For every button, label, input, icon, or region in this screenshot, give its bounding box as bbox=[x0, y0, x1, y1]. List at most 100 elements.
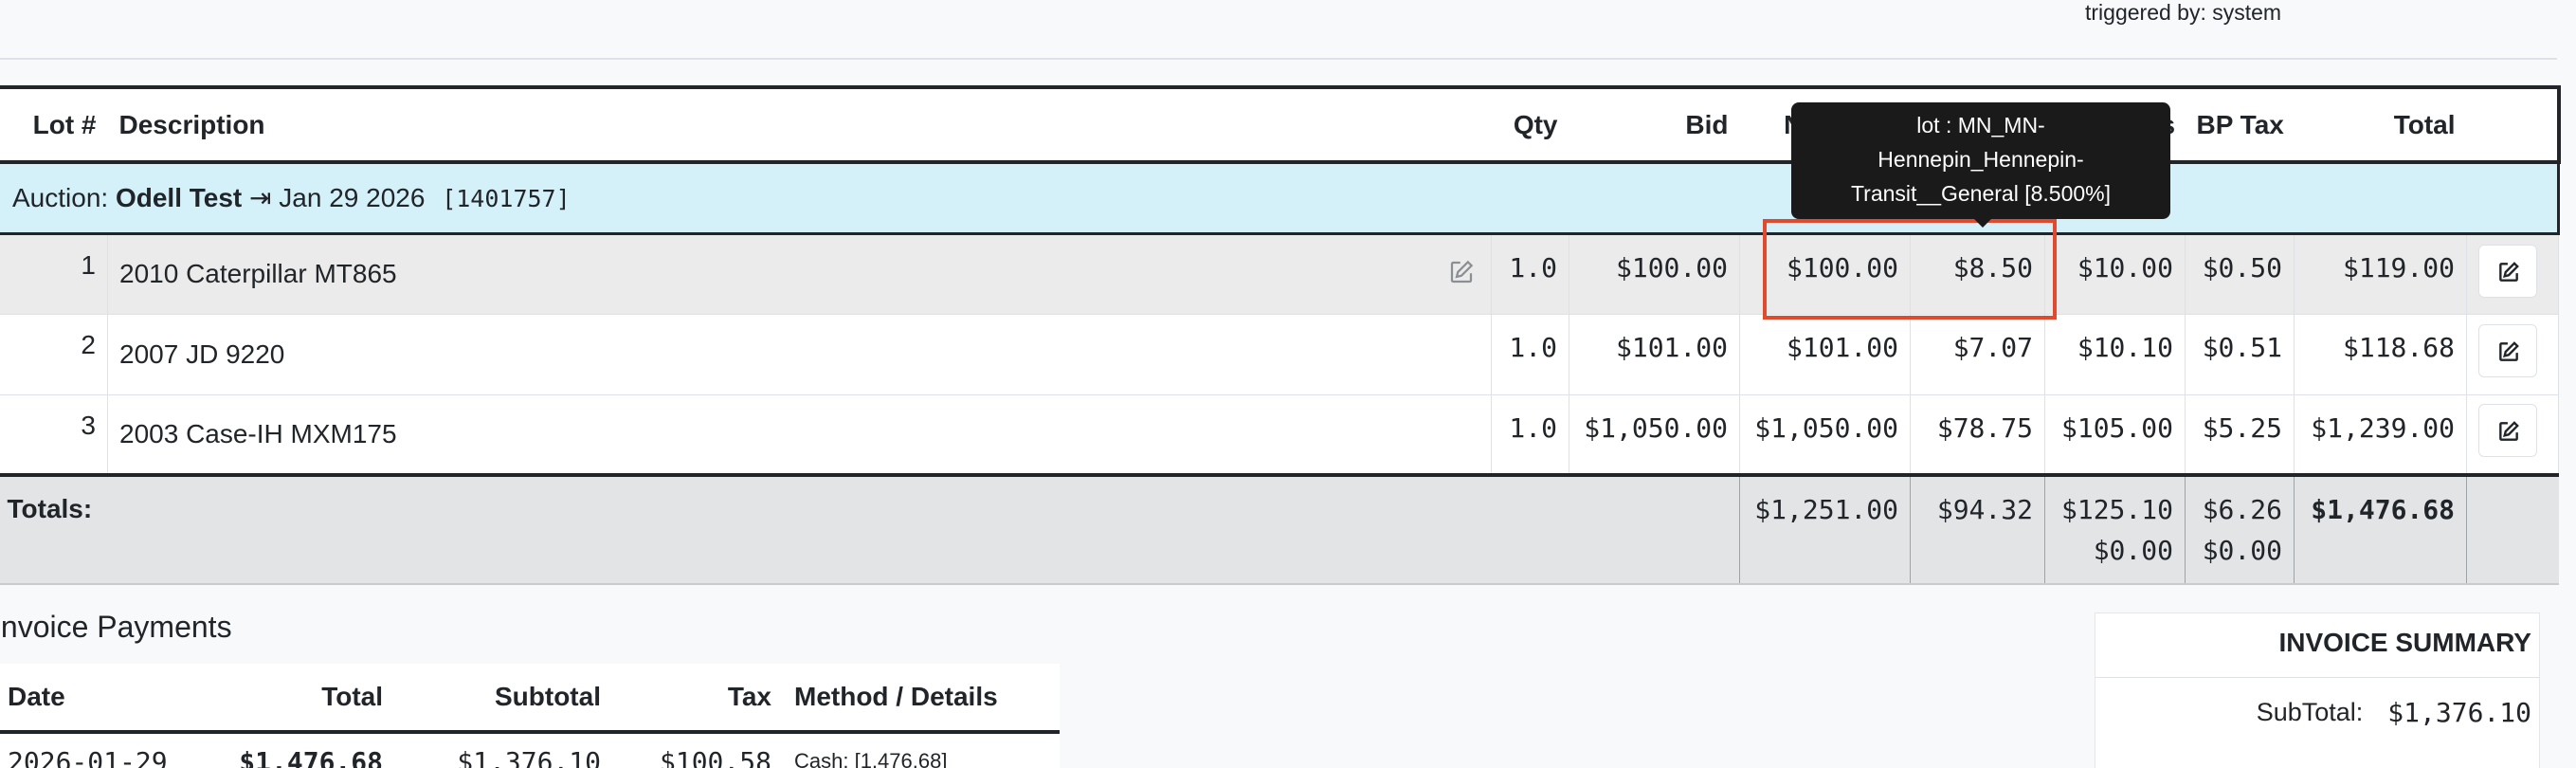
payment-date: 2026-01-29 bbox=[8, 745, 168, 768]
totals-bp-fees: $125.10 $0.00 bbox=[2044, 473, 2186, 585]
lot-total: $1,239.00 bbox=[2294, 394, 2467, 476]
summary-subtotal-label: SubTotal: bbox=[2256, 697, 2364, 726]
lot-bp-tax: $5.25 bbox=[2185, 394, 2295, 476]
tax-rate-tooltip: lot : MN_MN- Hennepin_Hennepin- Transit_… bbox=[1791, 102, 2170, 228]
col-actions bbox=[2466, 85, 2561, 164]
lot-bp-fees: $10.10 bbox=[2044, 314, 2186, 395]
summary-title: INVOICE SUMMARY bbox=[2095, 613, 2539, 678]
divider bbox=[0, 58, 2557, 60]
tooltip-arrow bbox=[1974, 219, 1991, 228]
lot-description-text: 2007 JD 9220 bbox=[119, 338, 285, 369]
auction-name: Odell Test bbox=[115, 183, 243, 213]
col-qty: Qty bbox=[1491, 85, 1569, 164]
edit-lot-button[interactable] bbox=[2478, 244, 2537, 298]
summary-subtotal-value: $1,376.10 bbox=[2387, 696, 2531, 728]
auction-date: Jan 29 2026 bbox=[279, 183, 426, 213]
pay-col-date: Date bbox=[0, 664, 186, 734]
totals-empty-qty bbox=[1491, 473, 1569, 585]
pay-col-subtotal: Subtotal bbox=[394, 664, 612, 734]
totals-bp-tax: $6.26 $0.00 bbox=[2185, 473, 2295, 585]
auction-prefix: Auction: bbox=[12, 183, 109, 213]
pay-col-method: Method / Details bbox=[783, 664, 1060, 734]
pay-col-total: Total bbox=[186, 664, 394, 734]
lot-description-text: 2003 Case-IH MXM175 bbox=[119, 418, 397, 448]
totals-empty-bid bbox=[1569, 473, 1740, 585]
lot-bp-tax: $0.50 bbox=[2185, 233, 2295, 315]
lot-bp-fees: $105.00 bbox=[2044, 394, 2186, 476]
edit-note-icon[interactable] bbox=[1447, 258, 1476, 286]
totals-grand-total-value: $1,476.68 bbox=[2311, 494, 2455, 525]
payment-total: $1,476.68 bbox=[186, 732, 394, 768]
auction-group-cell: Auction: Odell Test ⇥ Jan 29 2026 [14017… bbox=[0, 162, 2560, 235]
lot-bp-tax: $0.51 bbox=[2185, 314, 2295, 395]
col-lot: Lot # bbox=[0, 85, 108, 164]
lot-net-price: $101.00 bbox=[1739, 314, 1911, 395]
auction-id: [1401757] bbox=[442, 185, 571, 213]
payment-subtotal: $1,376.10 bbox=[457, 745, 601, 768]
edit-icon bbox=[2499, 341, 2519, 361]
lot-qty: 1.0 bbox=[1491, 314, 1569, 395]
lot-number: 3 bbox=[0, 394, 108, 476]
summary-subtotal-line: SubTotal: $1,376.10 bbox=[2095, 678, 2539, 746]
lot-actions bbox=[2466, 314, 2559, 395]
lot-tax[interactable]: $7.07 bbox=[1910, 314, 2045, 395]
lot-total: $119.00 bbox=[2294, 233, 2467, 315]
lot-number: 2 bbox=[0, 314, 108, 395]
col-total: Total bbox=[2294, 85, 2467, 164]
payment-tax: $100.58 bbox=[659, 745, 771, 768]
totals-bp-tax-value: $6.26 bbox=[2202, 494, 2282, 525]
lot-actions bbox=[2466, 394, 2559, 476]
lot-description: 2010 Caterpillar MT865 bbox=[107, 233, 1492, 315]
totals-label: Totals: bbox=[7, 494, 93, 523]
lot-tax[interactable]: $78.75 bbox=[1910, 394, 2045, 476]
auction-group-row: Auction: Odell Test ⇥ Jan 29 2026 [14017… bbox=[0, 162, 2560, 235]
totals-row: Totals: $1,251.00 $94.32 $125.10 $0.00 $… bbox=[0, 473, 2559, 585]
totals-bp-tax-extra: $0.00 bbox=[2202, 535, 2282, 566]
totals-empty-actions bbox=[2466, 473, 2559, 585]
col-bid: Bid bbox=[1569, 85, 1740, 164]
payment-row: 2026-01-29 $1,476.68 $1,376.10 $100.58 C… bbox=[0, 732, 1060, 768]
table-header-row: Lot # Description Qty Bid Net Price Tax … bbox=[0, 85, 2561, 164]
tax-cell-highlight bbox=[1763, 219, 2057, 320]
arrow-to-bar-icon: ⇥ bbox=[249, 183, 272, 213]
lot-description: 2007 JD 9220 bbox=[107, 314, 1492, 395]
totals-label-cell: Totals: bbox=[0, 473, 1492, 585]
triggered-by-text: triggered by: system bbox=[2085, 0, 2282, 25]
payments-title: Invoice Payments bbox=[0, 610, 232, 644]
edit-icon bbox=[2499, 261, 2519, 282]
col-description: Description bbox=[107, 85, 1492, 164]
invoice-summary-panel: INVOICE SUMMARY SubTotal: $1,376.10 bbox=[2095, 613, 2540, 768]
tooltip-line-3: Transit__General [8.500%] bbox=[1850, 181, 2112, 206]
invoice-lots-table: Lot # Description Qty Bid Net Price Tax … bbox=[0, 85, 2561, 585]
lot-net-price: $1,050.00 bbox=[1739, 394, 1911, 476]
lot-number: 1 bbox=[0, 233, 108, 315]
totals-net-price: $1,251.00 bbox=[1739, 473, 1911, 585]
table-row: 1 2010 Caterpillar MT865 1.0 $100.00 $10… bbox=[0, 233, 2559, 315]
table-row: 2 2007 JD 9220 1.0 $101.00 $101.00 $7.07… bbox=[0, 314, 2559, 395]
lot-description-text: 2010 Caterpillar MT865 bbox=[119, 259, 397, 288]
tooltip-line-2: Hennepin_Hennepin- bbox=[1878, 147, 2084, 172]
lot-actions bbox=[2466, 233, 2559, 315]
edit-icon bbox=[2499, 421, 2519, 442]
payments-table: Date Total Subtotal Tax Method / Details… bbox=[0, 664, 1060, 768]
lot-description: 2003 Case-IH MXM175 bbox=[107, 394, 1492, 476]
lot-bid: $100.00 bbox=[1569, 233, 1740, 315]
lot-bid: $1,050.00 bbox=[1569, 394, 1740, 476]
lot-qty: 1.0 bbox=[1491, 233, 1569, 315]
table-row: 3 2003 Case-IH MXM175 1.0 $1,050.00 $1,0… bbox=[0, 394, 2559, 476]
payments-header-row: Date Total Subtotal Tax Method / Details bbox=[0, 664, 1060, 734]
payment-total-value: $1,476.68 bbox=[239, 745, 383, 768]
lot-bp-fees: $10.00 bbox=[2044, 233, 2186, 315]
col-bp-tax: BP Tax bbox=[2185, 85, 2295, 164]
pay-col-tax: Tax bbox=[612, 664, 783, 734]
edit-lot-button[interactable] bbox=[2478, 324, 2537, 377]
edit-lot-button[interactable] bbox=[2478, 404, 2537, 458]
lot-bid: $101.00 bbox=[1569, 314, 1740, 395]
totals-tax: $94.32 bbox=[1910, 473, 2045, 585]
totals-bp-fees-value: $125.10 bbox=[2060, 494, 2173, 525]
totals-grand-total: $1,476.68 bbox=[2294, 473, 2467, 585]
totals-bp-fees-extra: $0.00 bbox=[2093, 535, 2173, 566]
lot-total: $118.68 bbox=[2294, 314, 2467, 395]
payment-method: Cash: [1,476.68] bbox=[794, 749, 948, 768]
lot-qty: 1.0 bbox=[1491, 394, 1569, 476]
